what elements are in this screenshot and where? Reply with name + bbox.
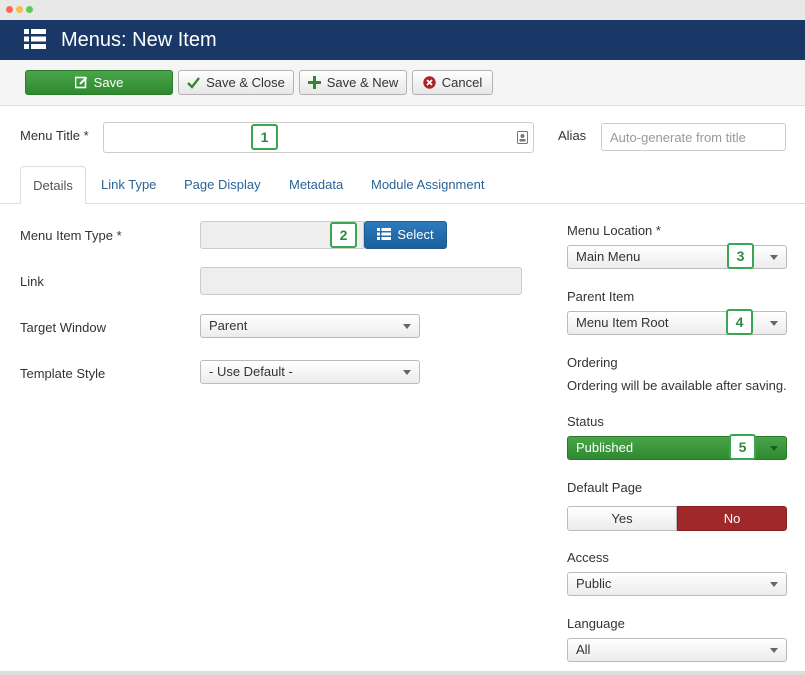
chevron-down-icon [770,321,778,326]
edit-icon [74,76,87,88]
target-window-select[interactable]: Parent [200,314,420,338]
target-window-value: Parent [209,318,248,333]
menu-location-select[interactable]: Main Menu [567,245,787,269]
toolbar: Save Save & Close Save & New Cancel [0,60,805,106]
language-label: Language [567,616,625,631]
status-value: Published [576,440,634,455]
access-label: Access [567,550,609,565]
callout-badge-4: 4 [726,309,753,335]
parent-item-select[interactable]: Menu Item Root [567,311,787,335]
save-close-button[interactable]: Save & Close [178,70,294,95]
plus-icon [307,75,321,89]
window-chrome [0,0,805,20]
chevron-down-icon [770,446,778,451]
template-style-value: - Use Default - [209,364,293,379]
list-icon [24,29,46,49]
chevron-down-icon [770,255,778,260]
menu-title-label: Menu Title * [20,128,89,143]
tab-module-assignment[interactable]: Module Assignment [371,166,484,204]
alias-placeholder: Auto-generate from title [610,130,746,145]
callout-badge-5: 5 [729,434,756,460]
access-select[interactable]: Public [567,572,787,596]
cancel-icon [423,75,436,89]
alias-input[interactable]: Auto-generate from title [601,123,786,151]
tab-details[interactable]: Details [20,166,86,204]
callout-badge-1: 1 [251,124,278,150]
parent-item-label: Parent Item [567,289,635,304]
chevron-down-icon [403,324,411,329]
save-button[interactable]: Save [25,70,173,95]
callout-badge-3: 3 [727,243,754,269]
link-label: Link [20,274,44,289]
default-page-yes-button[interactable]: Yes [567,506,677,531]
default-page-toggle: Yes No [567,506,787,531]
select-button-label: Select [397,227,434,242]
tab-metadata[interactable]: Metadata [289,166,343,204]
target-window-label: Target Window [20,320,106,335]
close-window-dot[interactable] [6,6,13,13]
template-style-label: Template Style [20,366,106,381]
ordering-label: Ordering [567,355,618,370]
menu-location-label: Menu Location * [567,223,661,238]
tab-page-display[interactable]: Page Display [184,166,261,204]
ordering-note: Ordering will be available after saving. [567,378,787,393]
select-button[interactable]: Select [364,221,447,249]
default-page-no-button[interactable]: No [677,506,787,531]
default-page-label: Default Page [567,480,643,495]
parent-item-value: Menu Item Root [576,315,669,330]
save-new-label: Save & New [326,75,399,90]
access-value: Public [576,576,612,591]
tab-bar: Details Link Type Page Display Metadata … [0,166,805,204]
page-header: Menus: New Item [0,20,805,60]
tab-link-type[interactable]: Link Type [101,166,156,204]
cancel-button[interactable]: Cancel [412,70,493,95]
minimize-window-dot[interactable] [16,6,23,13]
save-close-label: Save & Close [206,75,285,90]
save-label: Save [93,75,124,90]
chevron-down-icon [770,582,778,587]
status-label: Status [567,414,604,429]
template-style-select[interactable]: - Use Default - [200,360,420,384]
cancel-label: Cancel [441,75,483,90]
menu-location-value: Main Menu [576,249,641,264]
maximize-window-dot[interactable] [26,6,33,13]
save-new-button[interactable]: Save & New [299,70,407,95]
chevron-down-icon [770,648,778,653]
list-icon [377,228,392,241]
menu-title-input[interactable] [103,122,534,153]
contact-card-icon [517,131,528,144]
menu-item-type-label: Menu Item Type * [20,228,122,243]
alias-label: Alias [558,128,587,143]
bottom-divider [0,671,805,675]
link-input [200,267,522,295]
page-title: Menus: New Item [61,29,217,51]
callout-badge-2: 2 [330,222,357,248]
check-icon [187,76,201,89]
language-select[interactable]: All [567,638,787,662]
language-value: All [576,642,591,657]
chevron-down-icon [403,370,411,375]
